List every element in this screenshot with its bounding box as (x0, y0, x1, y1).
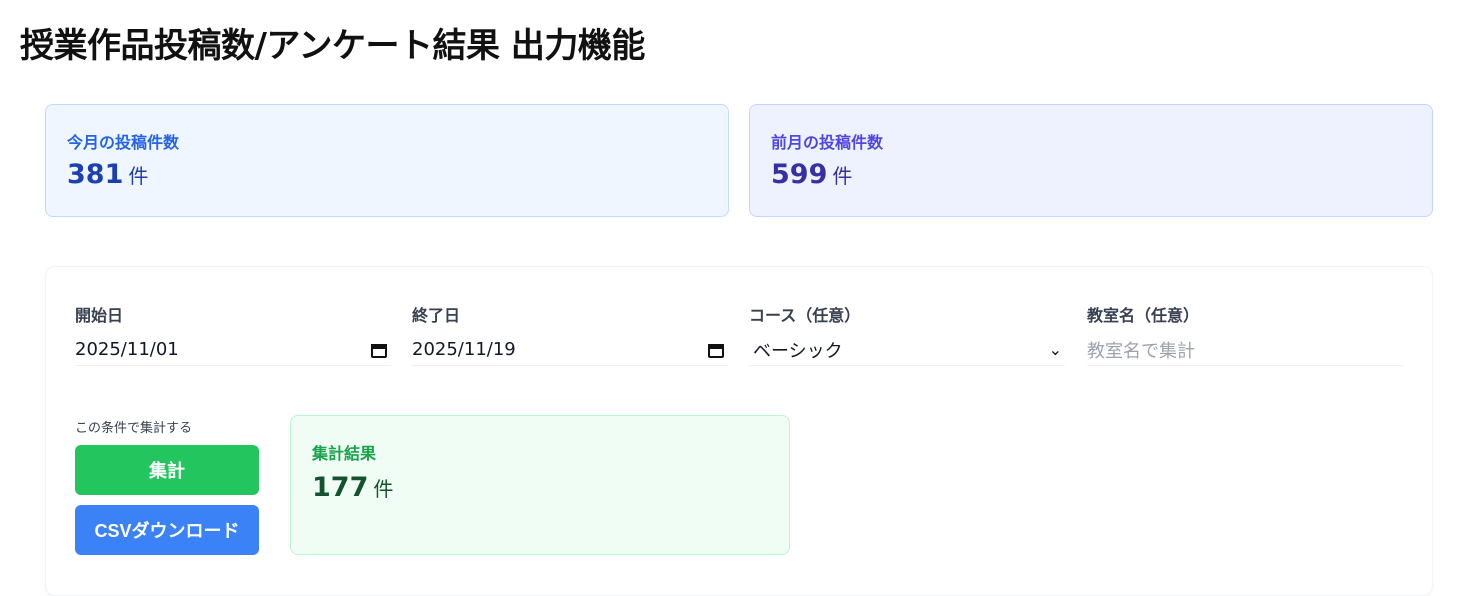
current-month-count: 381 (67, 159, 124, 190)
current-month-card: 今月の投稿件数 381 件 (45, 104, 729, 217)
classroom-placeholder: 教室名で集計 (1087, 340, 1195, 362)
calendar-icon[interactable] (370, 341, 388, 359)
csv-download-button[interactable]: CSVダウンロード (75, 505, 259, 555)
previous-month-count: 599 (771, 159, 828, 190)
aggregate-hint: この条件で集計する (75, 421, 193, 436)
course-selected-value: ベーシック (753, 340, 843, 362)
page-title: 授業作品投稿数/アンケート結果 出力機能 (20, 26, 645, 66)
current-month-value: 381 件 (67, 159, 148, 190)
start-date-input[interactable]: 2025/11/01 (75, 334, 391, 366)
result-count: 177 (312, 472, 369, 503)
filter-panel: 開始日 2025/11/01 終了日 2025/11/19 コース（任意） ベー… (45, 266, 1433, 596)
end-date-value: 2025/11/19 (412, 339, 516, 360)
course-label: コース（任意） (749, 306, 861, 325)
previous-month-value: 599 件 (771, 159, 852, 190)
previous-month-card: 前月の投稿件数 599 件 (749, 104, 1433, 217)
result-unit: 件 (373, 477, 394, 501)
previous-month-label: 前月の投稿件数 (771, 133, 884, 152)
classroom-label: 教室名（任意） (1087, 306, 1200, 325)
previous-month-unit: 件 (832, 164, 853, 188)
chevron-down-icon: ⌄ (1048, 340, 1062, 359)
start-date-label: 開始日 (75, 306, 124, 325)
classroom-input[interactable]: 教室名で集計 (1087, 334, 1403, 366)
aggregate-button[interactable]: 集計 (75, 445, 259, 495)
result-value: 177 件 (312, 472, 393, 503)
result-card: 集計結果 177 件 (290, 415, 790, 555)
course-select[interactable]: ベーシック ⌄ (749, 334, 1065, 366)
result-label: 集計結果 (312, 444, 377, 463)
start-date-value: 2025/11/01 (75, 339, 179, 360)
current-month-label: 今月の投稿件数 (67, 133, 180, 152)
current-month-unit: 件 (128, 164, 149, 188)
calendar-icon[interactable] (707, 341, 725, 359)
end-date-input[interactable]: 2025/11/19 (412, 334, 728, 366)
end-date-label: 終了日 (412, 306, 461, 325)
